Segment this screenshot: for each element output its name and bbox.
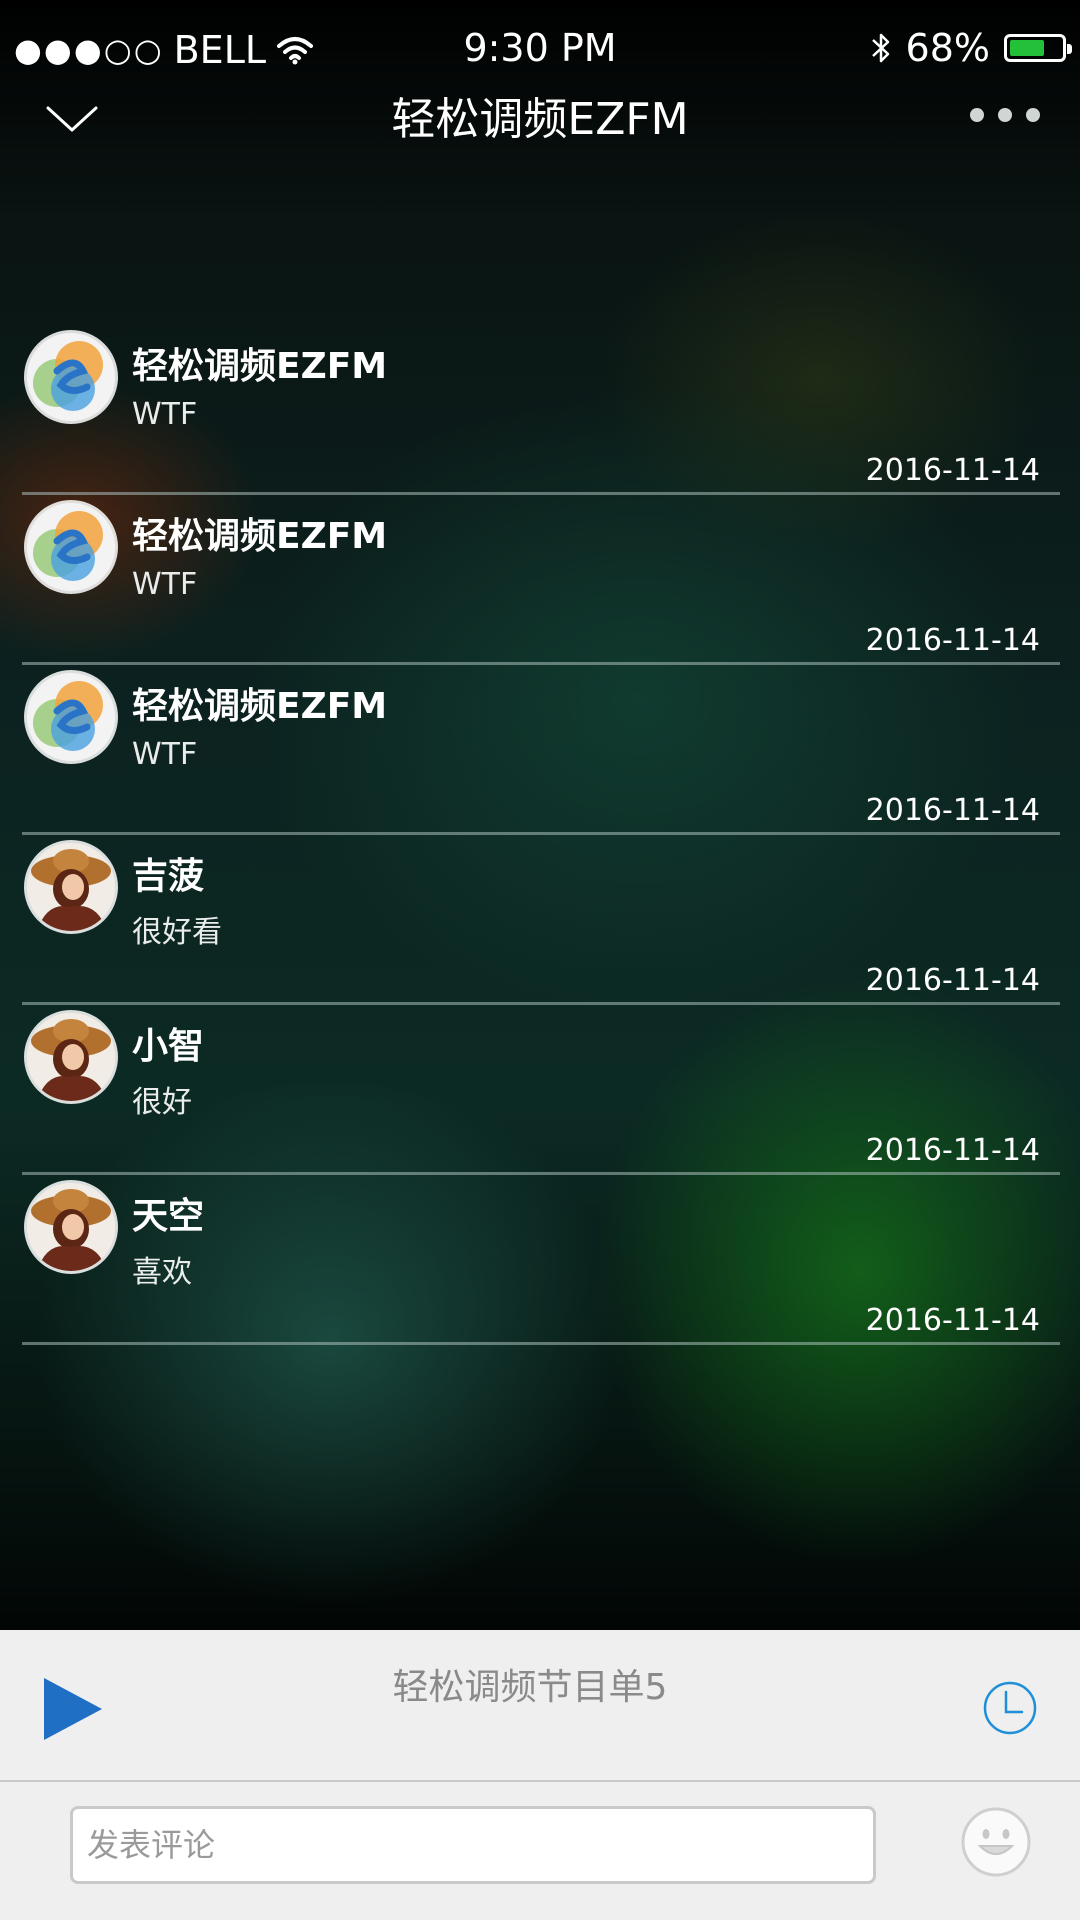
- commenter-name: 轻松调频EZFM: [132, 516, 388, 557]
- status-right: 68%: [870, 26, 1072, 70]
- comment-date: 2016-11-14: [865, 453, 1040, 488]
- commenter-name: 轻松调频EZFM: [132, 686, 388, 727]
- comment-row[interactable]: 轻松调频EZFM WTF 2016-11-14: [22, 665, 1060, 835]
- comment-text: WTF: [132, 737, 198, 772]
- comment-text: 很好看: [132, 915, 222, 950]
- battery-icon: [1004, 34, 1072, 62]
- clock-icon[interactable]: [982, 1680, 1038, 1736]
- comment-text: WTF: [132, 397, 198, 432]
- comment-row[interactable]: 小智 很好 2016-11-14: [22, 1005, 1060, 1175]
- player-bar: 轻松调频节目单5: [0, 1630, 1080, 1782]
- avatar[interactable]: [27, 1013, 115, 1101]
- more-dot: [1026, 108, 1040, 122]
- battery-level-fill: [1010, 40, 1044, 56]
- avatar[interactable]: [27, 673, 115, 761]
- comment-row[interactable]: 轻松调频EZFM WTF 2016-11-14: [22, 325, 1060, 495]
- page-title: 轻松调频EZFM: [391, 94, 689, 145]
- more-dots-icon[interactable]: [970, 108, 1040, 122]
- comment-date: 2016-11-14: [865, 1303, 1040, 1338]
- comment-text: WTF: [132, 567, 198, 602]
- comment-text: 喜欢: [132, 1255, 192, 1290]
- comment-date: 2016-11-14: [865, 963, 1040, 998]
- commenter-name: 小智: [132, 1026, 205, 1067]
- comment-input[interactable]: [70, 1806, 876, 1884]
- bluetooth-icon: [871, 33, 889, 63]
- comment-row[interactable]: 轻松调频EZFM WTF 2016-11-14: [22, 495, 1060, 665]
- battery-percent: 68%: [905, 26, 990, 70]
- comment-row[interactable]: 天空 喜欢 2016-11-14: [22, 1175, 1060, 1345]
- comment-date: 2016-11-14: [865, 623, 1040, 658]
- comment-row[interactable]: 吉菠 很好看 2016-11-14: [22, 835, 1060, 1005]
- avatar[interactable]: [27, 333, 115, 421]
- comment-input-bar: [0, 1782, 1080, 1920]
- avatar[interactable]: [27, 503, 115, 591]
- comment-date: 2016-11-14: [865, 1133, 1040, 1168]
- comment-text: 很好: [132, 1085, 192, 1120]
- comment-list: 轻松调频EZFM WTF 2016-11-14 轻松调频EZFM WTF 201…: [0, 325, 1080, 1345]
- comment-date: 2016-11-14: [865, 793, 1040, 828]
- smiley-face-icon[interactable]: [960, 1806, 1032, 1878]
- commenter-name: 轻松调频EZFM: [132, 346, 388, 387]
- more-dot: [998, 108, 1012, 122]
- program-title: 轻松调频节目单5: [392, 1667, 668, 1708]
- avatar[interactable]: [27, 843, 115, 931]
- avatar[interactable]: [27, 1183, 115, 1271]
- commenter-name: 天空: [132, 1196, 205, 1237]
- status-bar: ●●●○○ BELL 9:30 PM 68%: [0, 0, 1080, 100]
- nav-bar: 轻松调频EZFM: [0, 90, 1080, 150]
- commenter-name: 吉菠: [132, 856, 205, 897]
- more-dot: [970, 108, 984, 122]
